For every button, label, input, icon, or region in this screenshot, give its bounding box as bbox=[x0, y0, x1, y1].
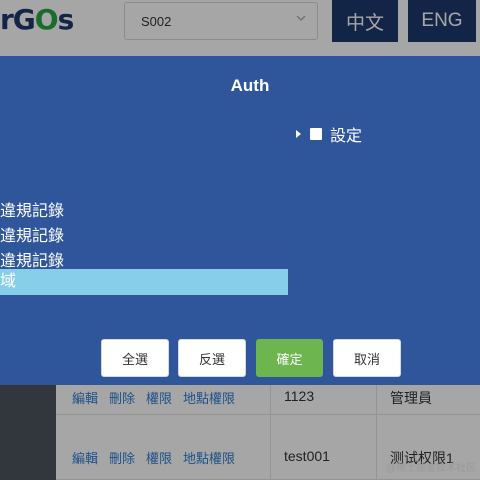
auth-modal: Auth 設定 違規記錄 違規記錄 違規記錄 域 全選 反選 確定 取消 bbox=[0, 56, 480, 385]
modal-title: Auth bbox=[230, 76, 270, 95]
confirm-button[interactable]: 確定 bbox=[256, 339, 323, 377]
tree-node-settings[interactable]: 設定 bbox=[296, 122, 362, 146]
invert-selection-button[interactable]: 反選 bbox=[178, 339, 246, 377]
tree-item-selected[interactable]: 域 bbox=[0, 269, 288, 295]
tree-item[interactable]: 違規記錄 bbox=[0, 197, 64, 221]
caret-right-icon[interactable] bbox=[296, 130, 301, 138]
select-all-button[interactable]: 全選 bbox=[101, 339, 169, 377]
watermark: @稀土掘金技术社区 bbox=[385, 463, 476, 474]
tree-item[interactable]: 違規記錄 bbox=[0, 222, 64, 246]
tree-node-label: 設定 bbox=[330, 128, 363, 145]
checkbox[interactable] bbox=[310, 128, 322, 140]
tree-item[interactable]: 違規記錄 bbox=[0, 247, 64, 271]
cancel-button[interactable]: 取消 bbox=[333, 339, 401, 377]
